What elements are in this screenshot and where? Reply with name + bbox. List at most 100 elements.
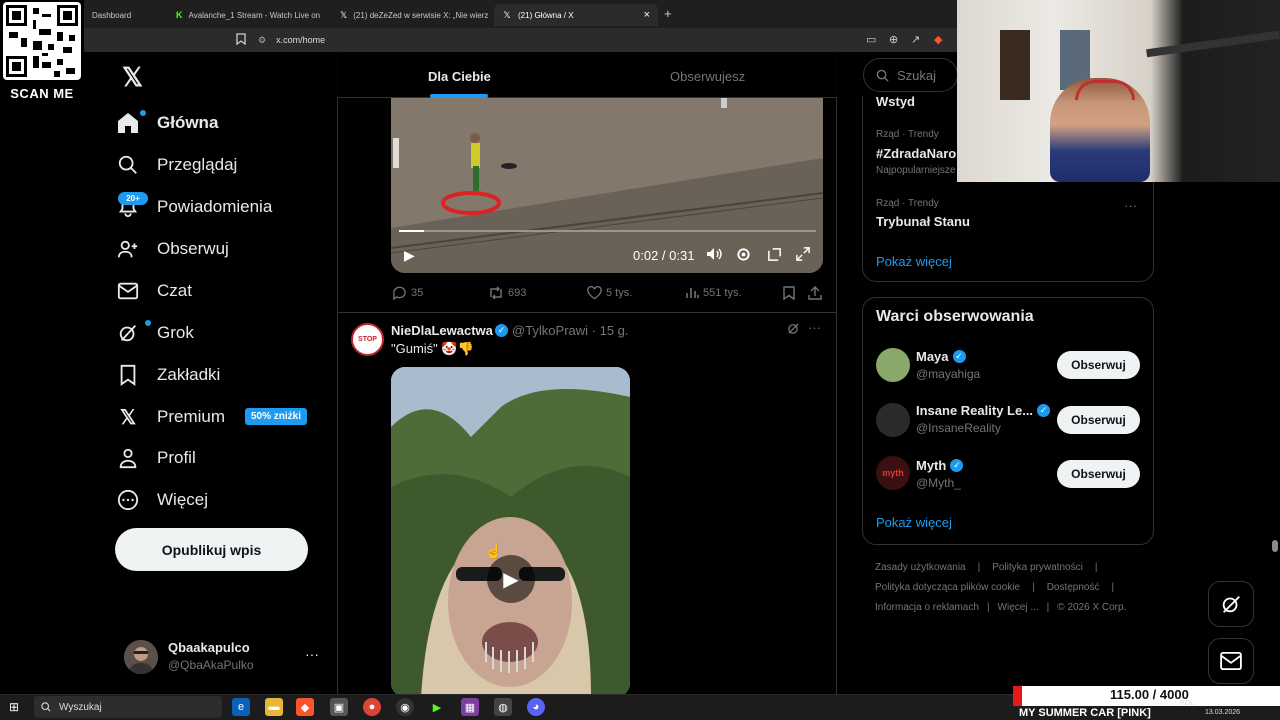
repost-button[interactable]: 693: [488, 286, 526, 300]
language-indicator[interactable]: POL: [1180, 700, 1194, 707]
nav-item-home[interactable]: Główna: [115, 103, 218, 143]
app-icon[interactable]: ◍: [494, 698, 512, 716]
x-logo-icon[interactable]: 𝕏: [122, 62, 143, 93]
trend-title[interactable]: #ZdradaNaro: [876, 146, 956, 161]
chrome-icon[interactable]: ●: [363, 698, 381, 716]
nav-label: Grok: [157, 323, 194, 342]
video-player[interactable]: [391, 367, 630, 697]
views-icon: [686, 288, 699, 298]
footer-link[interactable]: Polityka prywatności: [992, 562, 1083, 573]
who-to-follow-title: Warci obserwowania: [876, 308, 1034, 325]
taskbar-date[interactable]: 13.03.2026: [1205, 709, 1240, 716]
bookmark-icon: [783, 286, 795, 300]
obs-icon[interactable]: ◉: [396, 698, 414, 716]
windows-start-icon[interactable]: ⊞: [9, 700, 19, 714]
reply-button[interactable]: 35: [392, 286, 423, 300]
repost-count: 693: [508, 287, 527, 299]
follow-button[interactable]: Obserwuj: [1057, 460, 1140, 488]
kick-icon[interactable]: ▶: [428, 698, 446, 716]
tab-following[interactable]: Obserwujesz: [670, 69, 745, 84]
avatar[interactable]: [876, 403, 910, 437]
play-icon[interactable]: ▶: [487, 555, 535, 603]
share-button[interactable]: [808, 286, 822, 300]
follow-button[interactable]: Obserwuj: [1057, 351, 1140, 379]
nav-item-profile[interactable]: Profil: [115, 438, 196, 478]
app-icon[interactable]: ▦: [461, 698, 479, 716]
suggestion-name-row[interactable]: Insane Reality Le... ✓: [916, 403, 1051, 418]
avatar[interactable]: STOP: [351, 323, 384, 356]
like-count: 5 tys.: [606, 287, 633, 299]
post-button[interactable]: Opublikuj wpis: [115, 528, 308, 571]
fullscreen-icon[interactable]: [796, 247, 810, 264]
avatar[interactable]: myth: [876, 456, 910, 490]
nav-item-more[interactable]: Więcej: [115, 480, 208, 520]
volume-icon[interactable]: [706, 247, 722, 264]
video-player[interactable]: [391, 98, 823, 273]
settings-icon[interactable]: [736, 247, 751, 265]
suggestion-name-row[interactable]: Maya ✓: [916, 349, 966, 364]
brave-icon[interactable]: ◆: [296, 698, 314, 716]
close-icon[interactable]: ×: [644, 9, 650, 21]
avatar-text: STOP: [358, 336, 377, 343]
footer-link[interactable]: Polityka dotycząca plików cookie: [875, 582, 1020, 593]
trend-title[interactable]: Trybunał Stanu: [876, 214, 970, 229]
grok-floating-button[interactable]: [1208, 581, 1254, 627]
edge-icon[interactable]: e: [232, 698, 250, 716]
tweet-more-button[interactable]: ···: [808, 320, 821, 335]
taskbar-search[interactable]: Wyszukaj: [34, 696, 222, 718]
share-icon[interactable]: ↗: [911, 33, 920, 46]
avatar[interactable]: [124, 640, 158, 674]
video-progress-bar[interactable]: [399, 230, 816, 232]
nav-item-premium[interactable]: 𝕏 Premium: [115, 397, 225, 437]
trend-title[interactable]: Wstyd: [876, 94, 915, 109]
nav-item-chat[interactable]: Czat: [115, 271, 192, 311]
search-input[interactable]: Szukaj: [863, 58, 958, 92]
follow-icon: [115, 236, 141, 262]
browser-tab-active[interactable]: 𝕏 (21) Główna / X ×: [494, 4, 658, 26]
picture-in-picture-icon[interactable]: [767, 247, 782, 265]
footer-link[interactable]: Zasady użytkowania: [875, 562, 966, 573]
nav-item-grok[interactable]: Grok: [115, 313, 194, 353]
mail-icon: [115, 278, 141, 304]
scrollbar-thumb[interactable]: [1272, 540, 1278, 552]
footer-link[interactable]: Informacja o reklamach: [875, 602, 979, 613]
discord-icon[interactable]: ◕: [527, 698, 545, 716]
nav-item-explore[interactable]: Przeglądaj: [115, 145, 237, 185]
new-tab-button[interactable]: +: [664, 6, 672, 21]
brave-shield-icon[interactable]: ◆: [934, 33, 942, 46]
play-icon[interactable]: ▶: [404, 247, 415, 264]
avatar[interactable]: [876, 348, 910, 382]
app-icon[interactable]: ▣: [330, 698, 348, 716]
account-menu-button[interactable]: ···: [305, 646, 319, 662]
account-name[interactable]: Qbaakapulco: [168, 640, 250, 655]
bookmark-page-icon[interactable]: [236, 33, 246, 48]
tab-for-you[interactable]: Dla Ciebie: [428, 69, 491, 84]
suggestion-name-row[interactable]: Myth ✓: [916, 458, 964, 473]
browser-tab[interactable]: 𝕏 (21) deZeZed w serwisie X: „Nie wierz: [332, 4, 492, 26]
tweet-author-name[interactable]: NieDlaLewactwa: [391, 323, 493, 338]
nav-item-bookmarks[interactable]: Zakładki: [115, 355, 220, 395]
browser-tab[interactable]: K Avalanche_1 Stream - Watch Live on: [168, 4, 328, 26]
grok-icon[interactable]: [787, 322, 800, 338]
footer-link[interactable]: Więcej ...: [998, 602, 1039, 613]
reader-mode-icon[interactable]: ▭: [866, 33, 876, 46]
like-button[interactable]: 5 tys.: [587, 286, 632, 300]
site-info-icon[interactable]: ⚙: [258, 35, 266, 46]
file-explorer-icon[interactable]: ▬: [265, 698, 283, 716]
nav-item-follow[interactable]: Obserwuj: [115, 229, 229, 269]
views-button[interactable]: 551 tys.: [685, 286, 742, 299]
show-more-trends-link[interactable]: Pokaż więcej: [876, 254, 952, 269]
url-field[interactable]: ⚙ x.com/home: [258, 32, 858, 48]
show-more-follow-link[interactable]: Pokaż więcej: [876, 515, 952, 530]
footer-link[interactable]: Dostępność: [1047, 582, 1100, 593]
notification-count-badge: 20+: [118, 192, 148, 205]
nav-label: Więcej: [157, 490, 209, 509]
tab-label: Avalanche_1 Stream - Watch Live on: [188, 10, 321, 20]
browser-tab[interactable]: Dashboard: [84, 4, 164, 26]
bookmark-button[interactable]: [783, 286, 795, 300]
tweet-author-handle[interactable]: @TylkoPrawi · 15 g.: [512, 323, 629, 338]
messages-floating-button[interactable]: [1208, 638, 1254, 684]
trend-more-button[interactable]: ···: [1124, 198, 1137, 213]
follow-button[interactable]: Obserwuj: [1057, 406, 1140, 434]
zoom-icon[interactable]: ⊕: [889, 33, 898, 46]
